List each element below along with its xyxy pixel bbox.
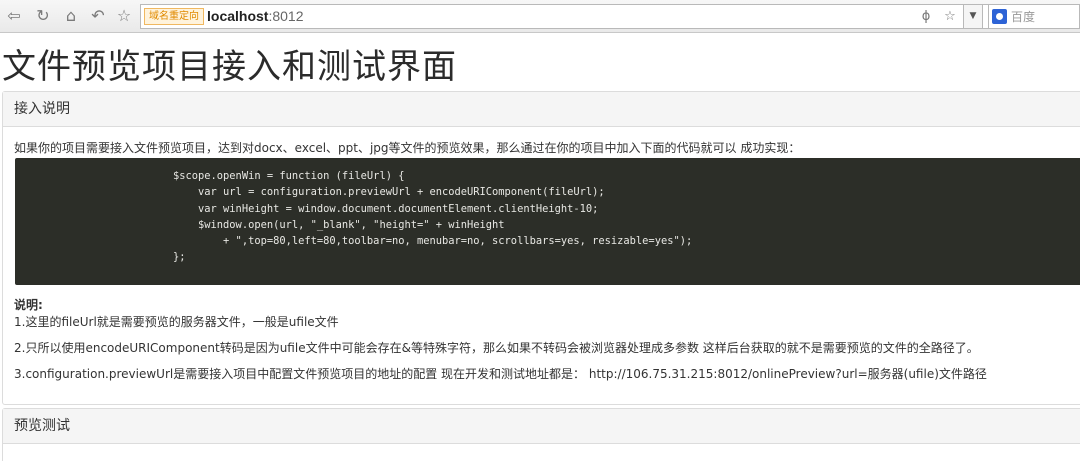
code-block: $scope.openWin = function (fileUrl) { va…: [15, 158, 1080, 285]
redirect-badge[interactable]: 域名重定向: [144, 8, 204, 25]
refresh-icon[interactable]: ↻: [33, 6, 53, 26]
browser-toolbar: ⇦ ↻ ⌂ ↶ ☆ 域名重定向 localhost:8012 ϕ ☆ ▼ 百度: [0, 0, 1080, 33]
dropdown-icon[interactable]: ▼: [963, 4, 983, 29]
page-title: 文件预览项目接入和测试界面: [2, 47, 457, 87]
baidu-icon: [992, 9, 1007, 24]
lightning-icon[interactable]: ϕ: [917, 7, 935, 26]
note-item: 3.configuration.previewUrl是需要接入项目中配置文件预览…: [14, 367, 987, 381]
note-item: 2.只所以使用encodeURIComponent转码是因为ufile文件中可能…: [14, 341, 979, 355]
url-host: localhost: [207, 8, 269, 24]
undo-icon[interactable]: ↶: [88, 6, 108, 26]
url-port: :8012: [268, 8, 304, 24]
preview-test-heading: 预览测试: [3, 409, 1080, 444]
home-icon[interactable]: ⌂: [61, 6, 81, 26]
preview-test-panel: 预览测试: [2, 408, 1080, 461]
access-panel-heading: 接入说明: [3, 92, 1080, 127]
url-text[interactable]: localhost:8012: [207, 7, 304, 26]
search-placeholder: 百度: [1011, 10, 1036, 24]
access-intro: 如果你的项目需要接入文件预览项目，达到对docx、excel、ppt、jpg等文…: [14, 141, 801, 155]
star-icon[interactable]: ☆: [114, 6, 134, 26]
note-item: 1.这里的fileUrl就是需要预览的服务器文件，一般是ufile文件: [14, 315, 339, 329]
search-input[interactable]: 百度: [988, 4, 1080, 29]
back-icon[interactable]: ⇦: [4, 6, 24, 26]
bookmark-star-icon[interactable]: ☆: [941, 7, 959, 26]
access-panel: 接入说明 如果你的项目需要接入文件预览项目，达到对docx、excel、ppt、…: [2, 91, 1080, 405]
code-text: $scope.openWin = function (fileUrl) { va…: [173, 170, 693, 264]
address-bar[interactable]: 域名重定向 localhost:8012 ϕ ☆: [140, 4, 990, 29]
note-title: 说明:: [14, 298, 43, 312]
